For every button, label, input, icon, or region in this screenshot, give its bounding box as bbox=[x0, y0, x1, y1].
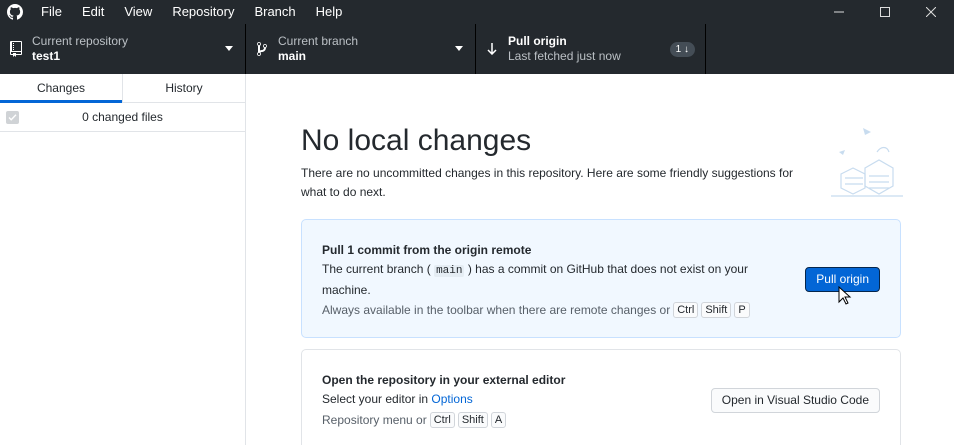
changed-files-count: 0 changed files bbox=[82, 110, 163, 124]
editor-card-title: Open the repository in your external edi… bbox=[322, 373, 566, 387]
pull-label: Pull origin bbox=[508, 34, 567, 48]
hint-text: Always available in the toolbar when the… bbox=[322, 303, 671, 317]
menu-file[interactable]: File bbox=[30, 0, 72, 24]
mouse-cursor-icon bbox=[838, 286, 852, 305]
pull-desc-part: The current branch ( bbox=[322, 262, 431, 276]
intro-text: There are no uncommitted changes in this… bbox=[301, 166, 794, 199]
sidebar: Changes History 0 changed files bbox=[0, 74, 246, 445]
menu-help[interactable]: Help bbox=[306, 0, 353, 24]
title-bar: File Edit View Repository Branch Help bbox=[0, 0, 954, 24]
pull-origin-button[interactable]: Pull origin Last fetched just now 1 ↓ bbox=[476, 24, 706, 74]
branch-code: main bbox=[434, 265, 465, 277]
pull-suggestion-card: Pull 1 commit from the origin remote The… bbox=[301, 219, 901, 338]
empty-state-illustration-icon bbox=[831, 128, 903, 197]
menu-branch[interactable]: Branch bbox=[244, 0, 305, 24]
repo-name: test1 bbox=[32, 49, 61, 63]
branch-label: Current branch bbox=[278, 34, 359, 48]
kbd-p: P bbox=[734, 302, 750, 318]
repo-label: Current repository bbox=[32, 34, 129, 48]
kbd-ctrl: Ctrl bbox=[673, 302, 699, 318]
kbd-shift: Shift bbox=[457, 412, 488, 428]
options-link[interactable]: Options bbox=[431, 392, 472, 406]
menu-view[interactable]: View bbox=[114, 0, 162, 24]
main-panel: No local changes There are no uncommitte… bbox=[247, 74, 954, 445]
editor-card-hint: Repository menu or Ctrl Shift A bbox=[322, 412, 507, 428]
branch-icon bbox=[246, 41, 278, 57]
chevron-down-icon bbox=[225, 46, 233, 51]
editor-suggestion-card: Open the repository in your external edi… bbox=[301, 349, 901, 445]
kbd-ctrl: Ctrl bbox=[429, 412, 455, 428]
editor-desc-part: Select your editor in bbox=[322, 392, 429, 406]
pull-card-description: The current branch ( main ) has a commit… bbox=[322, 260, 762, 300]
window-controls bbox=[816, 0, 954, 24]
maximize-icon bbox=[880, 7, 890, 17]
toolbar: Current repository test1 Current branch … bbox=[0, 24, 954, 74]
arrow-down-icon bbox=[476, 43, 508, 55]
checkmark-icon bbox=[8, 114, 17, 121]
menu-bar: File Edit View Repository Branch Help bbox=[30, 0, 352, 24]
last-fetched-text: Last fetched just now bbox=[508, 49, 621, 63]
maximize-button[interactable] bbox=[862, 0, 908, 24]
hint-text: Repository menu or bbox=[322, 413, 427, 427]
changes-header: 0 changed files bbox=[0, 103, 245, 132]
editor-card-description: Select your editor in Options bbox=[322, 390, 762, 409]
open-in-editor-button[interactable]: Open in Visual Studio Code bbox=[710, 388, 880, 413]
minimize-button[interactable] bbox=[816, 0, 862, 24]
pull-card-title: Pull 1 commit from the origin remote bbox=[322, 243, 532, 257]
kbd-a: A bbox=[490, 412, 507, 428]
pull-card-hint: Always available in the toolbar when the… bbox=[322, 302, 750, 318]
minimize-icon bbox=[834, 11, 844, 13]
menu-edit[interactable]: Edit bbox=[72, 0, 114, 24]
page-title: No local changes bbox=[301, 124, 532, 157]
tab-changes[interactable]: Changes bbox=[0, 74, 122, 103]
current-branch-dropdown[interactable]: Current branch main bbox=[246, 24, 476, 74]
pull-count-badge: 1 ↓ bbox=[669, 42, 695, 57]
close-button[interactable] bbox=[908, 0, 954, 24]
repo-icon bbox=[0, 41, 32, 57]
tab-history[interactable]: History bbox=[122, 74, 245, 102]
close-icon bbox=[926, 7, 936, 17]
kbd-shift: Shift bbox=[701, 302, 732, 318]
select-all-checkbox[interactable] bbox=[6, 111, 19, 124]
github-logo-icon bbox=[0, 0, 30, 24]
chevron-down-icon bbox=[455, 46, 463, 51]
current-repository-dropdown[interactable]: Current repository test1 bbox=[0, 24, 246, 74]
branch-name: main bbox=[278, 49, 307, 63]
sidebar-tabs: Changes History bbox=[0, 74, 245, 103]
menu-repository[interactable]: Repository bbox=[162, 0, 244, 24]
